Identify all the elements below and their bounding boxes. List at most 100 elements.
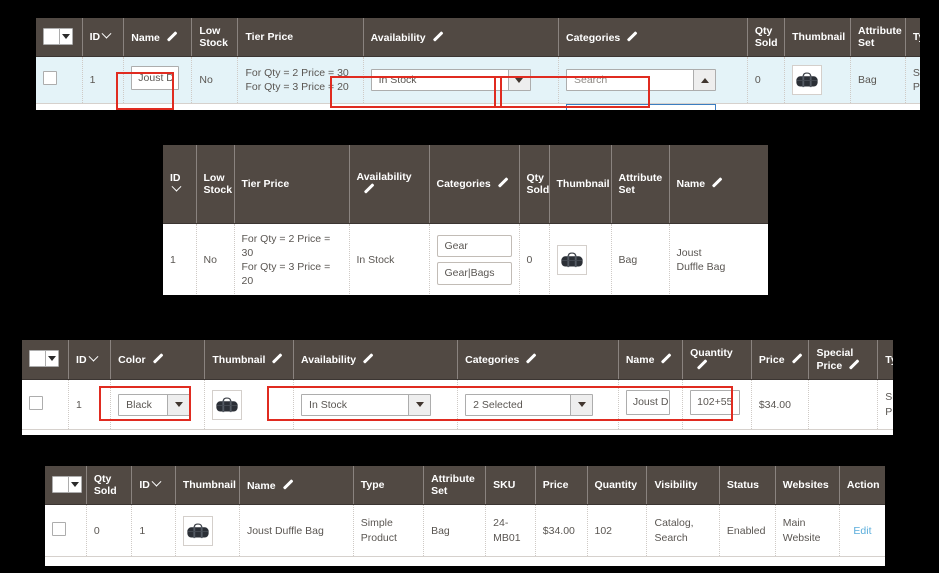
column-header-websites[interactable]: Websites [775, 466, 840, 506]
cell-color[interactable]: Black [110, 379, 206, 431]
cell-row-checkbox[interactable] [45, 504, 87, 558]
chevron-down-icon [62, 33, 70, 39]
categories-select-arrow[interactable] [570, 394, 593, 415]
product-thumbnail[interactable] [212, 389, 243, 420]
column-header-status[interactable]: Status [719, 466, 776, 506]
table-row[interactable]: 1 Black In Stock 2 Selected Joust D 102+… [22, 379, 893, 431]
table-row[interactable]: 1 No For Qty = 2 Price = 30 For Qty = 3 … [163, 223, 768, 295]
color-select-arrow[interactable] [167, 394, 190, 415]
column-header-name[interactable]: Name [239, 466, 354, 506]
column-label: Attribute Set [618, 171, 663, 196]
categories-dropdown-panel[interactable] [566, 104, 716, 110]
column-header-id[interactable]: ID [68, 340, 112, 381]
column-header-special-price[interactable]: Special Price [808, 340, 879, 381]
column-header-mass-select[interactable] [45, 466, 87, 506]
column-header-tier-price[interactable]: Tier Price [234, 145, 350, 224]
column-header-id[interactable]: ID [163, 145, 197, 224]
column-header-color[interactable]: Color [110, 340, 206, 381]
cell-thumbnail[interactable] [784, 56, 851, 105]
column-header-attribute-set[interactable]: Attribute Set [423, 466, 487, 506]
cell-thumbnail[interactable] [549, 223, 612, 295]
column-header-sku[interactable]: SKU [485, 466, 536, 506]
cell-row-checkbox[interactable] [36, 56, 83, 105]
color-select[interactable]: Black [118, 393, 191, 416]
column-header-type[interactable]: Type [877, 340, 893, 381]
column-header-id[interactable]: ID [131, 466, 176, 506]
mass-select-control[interactable] [52, 475, 82, 493]
cell-quantity[interactable]: 102+55 [682, 379, 752, 431]
cell-availability[interactable]: In Stock [293, 379, 459, 431]
product-thumbnail[interactable] [182, 515, 213, 546]
mass-select-arrow[interactable] [68, 476, 81, 492]
column-header-price[interactable]: Price [751, 340, 810, 381]
column-header-thumbnail[interactable]: Thumbnail [204, 340, 295, 381]
column-header-categories[interactable]: Categories [558, 18, 748, 58]
quantity-input[interactable]: 102+55 [690, 390, 741, 415]
row-checkbox[interactable] [43, 71, 57, 86]
column-header-attribute-set[interactable]: Attribute Set [850, 18, 906, 58]
availability-select[interactable]: In Stock [301, 393, 432, 416]
categories-collapse-arrow[interactable] [693, 70, 715, 91]
cell-availability[interactable]: In Stock [363, 56, 560, 105]
column-header-categories[interactable]: Categories [457, 340, 619, 381]
pencil-edit-icon [790, 353, 801, 364]
cell-categories[interactable]: Search [558, 56, 748, 110]
name-input[interactable]: Joust D [625, 390, 670, 415]
column-header-low-stock[interactable]: Low Stock [196, 145, 235, 224]
cell-name[interactable]: Joust D [123, 56, 193, 105]
availability-select[interactable]: In Stock [370, 69, 531, 92]
cell-categories[interactable]: 2 Selected [457, 379, 619, 431]
column-header-qty-sold[interactable]: Qty Sold [86, 466, 133, 506]
column-header-thumbnail[interactable]: Thumbnail [784, 18, 851, 58]
mass-select-arrow[interactable] [45, 351, 58, 367]
column-header-type[interactable]: Type [905, 18, 920, 58]
column-header-name[interactable]: Name [618, 340, 684, 381]
column-header-availability[interactable]: Availability [363, 18, 560, 58]
categories-select[interactable]: 2 Selected [465, 393, 594, 416]
column-header-thumbnail[interactable]: Thumbnail [175, 466, 240, 506]
cell-thumbnail[interactable] [175, 504, 240, 558]
edit-link[interactable]: Edit [853, 525, 871, 537]
column-header-price[interactable]: Price [535, 466, 588, 506]
cell-low-stock: No [196, 223, 235, 295]
row-checkbox[interactable] [29, 395, 43, 410]
column-header-quantity[interactable]: Quantity [587, 466, 648, 506]
column-header-availability[interactable]: Availability [349, 145, 430, 224]
column-header-categories[interactable]: Categories [429, 145, 520, 224]
categories-search-input[interactable]: Search [566, 69, 716, 92]
cell-row-checkbox[interactable] [22, 379, 70, 431]
column-header-qty-sold[interactable]: Qty Sold [519, 145, 550, 224]
table-row[interactable]: 1 Joust D No For Qty = 2 Price = 30 For … [36, 56, 920, 110]
availability-select-arrow[interactable] [507, 70, 530, 91]
mass-select-control[interactable] [43, 27, 73, 45]
column-header-attribute-set[interactable]: Attribute Set [611, 145, 670, 224]
cell-special-price[interactable] [808, 379, 879, 431]
column-header-tier-price[interactable]: Tier Price [237, 18, 364, 58]
product-thumbnail[interactable] [556, 244, 587, 275]
cell-action[interactable]: Edit [839, 504, 885, 558]
column-header-type[interactable]: Type [353, 466, 425, 506]
column-header-low-stock[interactable]: Low Stock [191, 18, 239, 58]
column-header-mass-select[interactable] [22, 340, 70, 381]
column-header-name[interactable]: Name [123, 18, 193, 58]
cell-name[interactable]: Joust D [618, 379, 684, 431]
column-header-mass-select[interactable] [36, 18, 83, 58]
column-label: Type [885, 353, 893, 366]
column-header-quantity[interactable]: Quantity [682, 340, 752, 381]
availability-select-arrow[interactable] [408, 394, 431, 415]
product-thumbnail[interactable] [792, 65, 823, 96]
table-row[interactable]: 0 1 Joust Duffle Bag Simple Product Bag … [45, 504, 885, 558]
column-label: Thumbnail [212, 354, 266, 367]
column-header-id[interactable]: ID [82, 18, 125, 58]
row-checkbox[interactable] [52, 521, 66, 536]
column-header-thumbnail[interactable]: Thumbnail [549, 145, 612, 224]
cell-thumbnail[interactable] [204, 379, 295, 431]
name-input[interactable]: Joust D [131, 65, 180, 91]
column-header-visibility[interactable]: Visibility [646, 466, 720, 506]
column-header-availability[interactable]: Availability [293, 340, 459, 381]
column-header-name[interactable]: Name [669, 145, 768, 224]
sort-chevron-icon [101, 28, 112, 39]
column-header-qty-sold[interactable]: Qty Sold [747, 18, 786, 58]
mass-select-control[interactable] [29, 350, 59, 368]
mass-select-arrow[interactable] [59, 28, 72, 44]
